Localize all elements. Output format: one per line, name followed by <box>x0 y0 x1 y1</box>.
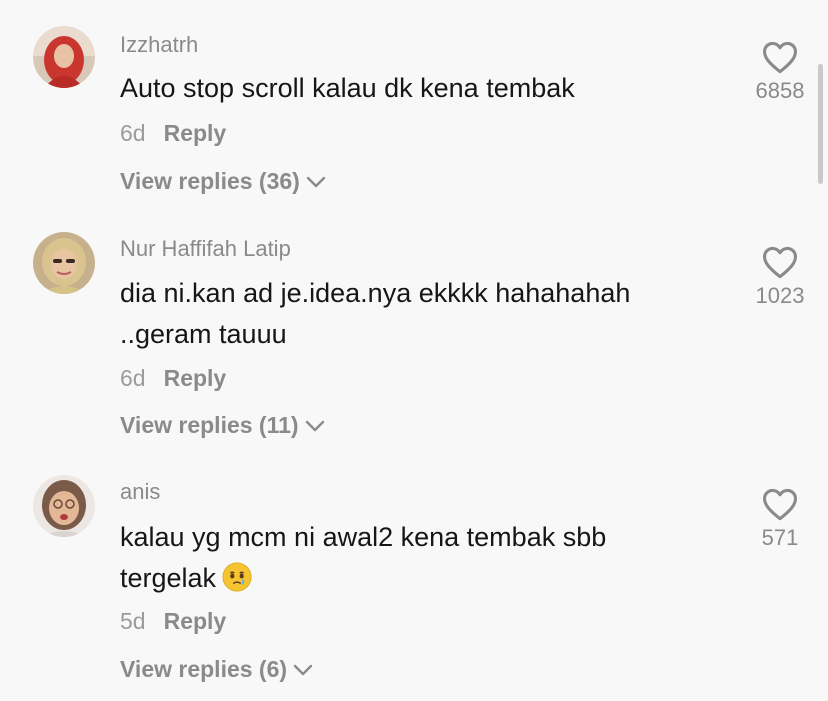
reply-button[interactable]: Reply <box>164 365 227 391</box>
username[interactable]: Nur Haffifah Latip <box>120 236 291 262</box>
comment-meta: 6d Reply <box>120 120 226 147</box>
like-count: 571 <box>761 525 799 550</box>
timestamp: 6d <box>120 120 146 146</box>
like-button[interactable]: 571 <box>745 487 815 551</box>
view-replies-label: View replies (11) <box>120 412 299 438</box>
avatar[interactable] <box>33 475 95 537</box>
like-count: 6858 <box>755 78 805 103</box>
timestamp: 5d <box>120 608 146 634</box>
view-replies-label: View replies (6) <box>120 656 288 682</box>
like-count: 1023 <box>755 283 805 308</box>
reply-button[interactable]: Reply <box>164 120 227 146</box>
comment-item: anis kalau yg mcm ni awal2 kena tembak s… <box>0 465 800 701</box>
reply-button[interactable]: Reply <box>164 608 227 634</box>
view-replies-button[interactable]: View replies (6) <box>120 656 313 683</box>
chevron-down-icon <box>306 168 326 195</box>
avatar[interactable] <box>33 26 95 88</box>
timestamp: 6d <box>120 365 146 391</box>
comment-item: Nur Haffifah Latip dia ni.kan ad je.idea… <box>0 220 804 465</box>
comment-meta: 6d Reply <box>120 365 226 392</box>
like-button[interactable]: 6858 <box>745 40 815 104</box>
heart-outline-icon <box>763 41 797 74</box>
like-button[interactable]: 1023 <box>745 245 815 309</box>
comment-text-content: kalau yg mcm ni awal2 kena tembak sbb te… <box>120 522 607 593</box>
avatar[interactable] <box>33 232 95 294</box>
chevron-down-icon <box>293 656 313 683</box>
face-holding-back-tears-emoji <box>222 562 252 592</box>
view-replies-button[interactable]: View replies (11) <box>120 412 325 439</box>
chevron-down-icon <box>305 412 325 439</box>
comment-meta: 5d Reply <box>120 608 226 635</box>
username[interactable]: Izzhatrh <box>120 32 198 58</box>
heart-outline-icon <box>763 246 797 279</box>
scrollbar[interactable] <box>818 64 823 184</box>
username[interactable]: anis <box>120 479 160 505</box>
comment-text: dia ni.kan ad je.idea.nya ekkkk hahahaha… <box>120 278 631 349</box>
view-replies-label: View replies (36) <box>120 168 300 194</box>
heart-outline-icon <box>763 488 797 521</box>
view-replies-button[interactable]: View replies (36) <box>120 168 326 195</box>
comment-text: Auto stop scroll kalau dk kena tembak <box>120 73 575 103</box>
comment-text: kalau yg mcm ni awal2 kena tembak sbb te… <box>120 517 680 599</box>
comment-item: Izzhatrh Auto stop scroll kalau dk kena … <box>0 0 804 220</box>
